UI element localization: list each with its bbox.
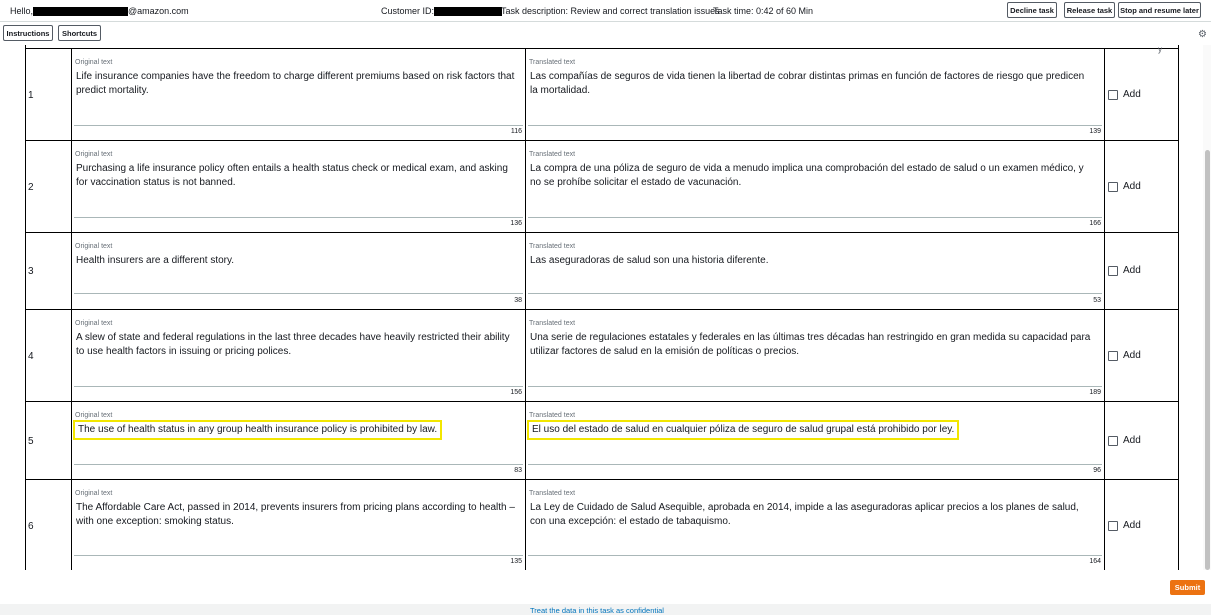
add-checkbox[interactable]: Add <box>1108 350 1141 361</box>
add-checkbox[interactable]: Add <box>1108 89 1141 100</box>
greeting: Hello, @amazon.com <box>10 6 189 16</box>
add-label: Add <box>1123 181 1141 192</box>
char-count: 53 <box>1093 297 1101 304</box>
add-label: Add <box>1123 520 1141 531</box>
add-checkbox[interactable]: Add <box>1108 265 1141 276</box>
row-number: 2 <box>28 182 34 193</box>
translated-cell: Translated text Las aseguradoras de salu… <box>526 233 1105 309</box>
add-label: Add <box>1123 265 1141 276</box>
translated-label: Translated text <box>529 412 576 419</box>
translated-label: Translated text <box>529 151 576 158</box>
top-bar: Hello, @amazon.com Customer ID: Task des… <box>0 0 1211 22</box>
original-text-highlighted: The use of health status in any group he… <box>72 420 443 440</box>
translated-text-input[interactable]: Las aseguradoras de salud son una histor… <box>530 254 1094 268</box>
char-count: 38 <box>514 297 522 304</box>
translated-label: Translated text <box>529 243 576 250</box>
original-label: Original text <box>75 412 113 419</box>
original-label: Original text <box>75 243 113 250</box>
add-label: Add <box>1123 350 1141 361</box>
char-count: 139 <box>1089 128 1101 135</box>
checkbox[interactable] <box>1108 265 1118 276</box>
original-cell: Original text Life insurance companies h… <box>72 49 526 140</box>
translated-cell: Translated text Las compañías de seguros… <box>526 49 1105 140</box>
confidential-link[interactable]: Treat the data in this task as confident… <box>530 606 664 615</box>
translated-text-input[interactable]: Una serie de regulaciones estatales y fe… <box>530 331 1094 359</box>
table-row: 6 Original text The Affordable Care Act,… <box>26 480 1178 570</box>
add-checkbox[interactable]: Add <box>1108 435 1141 446</box>
customer-id-label: Customer ID: <box>381 6 435 16</box>
original-text: Life insurance companies have the freedo… <box>76 71 515 96</box>
shortcuts-button[interactable]: Shortcuts <box>58 25 101 41</box>
original-cell: Original text The use of health status i… <box>72 402 526 479</box>
decline-task-button[interactable]: Decline task <box>1007 2 1057 18</box>
translated-cell: Translated text La Ley de Cuidado de Sal… <box>526 480 1105 570</box>
original-cell: Original text Health insurers are a diff… <box>72 233 526 309</box>
original-text: Purchasing a life insurance policy often… <box>76 163 508 188</box>
translated-cell: Translated text Una serie de regulacione… <box>526 310 1105 401</box>
instructions-button[interactable]: Instructions <box>3 25 53 41</box>
table-row: 3 Original text Health insurers are a di… <box>26 233 1178 310</box>
checkbox[interactable] <box>1108 89 1118 100</box>
translated-label: Translated text <box>529 490 576 497</box>
submit-button[interactable]: Submit <box>1170 580 1205 595</box>
redacted-email <box>33 6 129 16</box>
char-count: 189 <box>1089 389 1101 396</box>
add-label: Add <box>1123 435 1141 446</box>
gear-icon[interactable]: ⚙ <box>1198 29 1207 40</box>
add-checkbox[interactable]: Add <box>1108 520 1141 531</box>
row-number: 1 <box>28 90 34 101</box>
translated-text-input[interactable]: La compra de una póliza de seguro de vid… <box>530 162 1094 190</box>
redacted-customer-id <box>434 6 503 16</box>
table-row: 1 Original text Life insurance companies… <box>26 49 1178 141</box>
task-description: Task description: Review and correct tra… <box>501 6 720 16</box>
add-checkbox[interactable]: Add <box>1108 181 1141 192</box>
translated-label: Translated text <box>529 320 576 327</box>
original-cell: Original text The Affordable Care Act, p… <box>72 480 526 570</box>
row-number: 3 <box>28 266 34 277</box>
scrollbar-thumb[interactable] <box>1205 150 1210 570</box>
char-count: 135 <box>510 558 522 565</box>
original-label: Original text <box>75 490 113 497</box>
table-row: 5 Original text The use of health status… <box>26 402 1178 480</box>
table-row: 4 Original text A slew of state and fede… <box>26 310 1178 402</box>
stop-resume-button[interactable]: Stop and resume later <box>1118 2 1201 18</box>
char-count: 83 <box>514 467 522 474</box>
toolbar: Instructions Shortcuts <box>0 23 1211 45</box>
email-suffix: @amazon.com <box>128 6 189 16</box>
row-number: 5 <box>28 436 34 447</box>
original-label: Original text <box>75 151 113 158</box>
char-count: 96 <box>1093 467 1101 474</box>
original-text: A slew of state and federal regulations … <box>76 332 510 357</box>
original-text: Health insurers are a different story. <box>76 255 235 266</box>
translated-text-input[interactable]: La Ley de Cuidado de Salud Asequible, ap… <box>530 501 1094 529</box>
translated-cell: Translated text El uso del estado de sal… <box>526 402 1105 479</box>
release-task-button[interactable]: Release task <box>1064 2 1115 18</box>
translation-table: y 1 Original text Life insurance compani… <box>25 45 1179 570</box>
add-label: Add <box>1123 89 1141 100</box>
translated-text-input[interactable]: Las compañías de seguros de vida tienen … <box>530 70 1094 98</box>
customer-id: Customer ID: <box>381 6 503 16</box>
task-time: Task time: 0:42 of 60 Min <box>713 6 814 16</box>
checkbox[interactable] <box>1108 520 1118 531</box>
char-count: 136 <box>510 220 522 227</box>
row-number: 6 <box>28 521 34 532</box>
checkbox[interactable] <box>1108 181 1118 192</box>
translated-label: Translated text <box>529 59 576 66</box>
original-cell: Original text Purchasing a life insuranc… <box>72 141 526 232</box>
char-count: 166 <box>1089 220 1101 227</box>
translated-text-input-highlighted[interactable]: El uso del estado de salud en cualquier … <box>526 420 960 440</box>
original-text: The Affordable Care Act, passed in 2014,… <box>76 502 515 527</box>
original-label: Original text <box>75 59 113 66</box>
char-count: 116 <box>510 128 522 135</box>
checkbox[interactable] <box>1108 350 1118 361</box>
char-count: 156 <box>510 389 522 396</box>
translated-cell: Translated text La compra de una póliza … <box>526 141 1105 232</box>
checkbox[interactable] <box>1108 435 1118 446</box>
char-count: 164 <box>1089 558 1101 565</box>
original-cell: Original text A slew of state and federa… <box>72 310 526 401</box>
table-row: 2 Original text Purchasing a life insura… <box>26 141 1178 233</box>
original-label: Original text <box>75 320 113 327</box>
row-number: 4 <box>28 351 34 362</box>
hello-text: Hello, <box>10 6 34 16</box>
